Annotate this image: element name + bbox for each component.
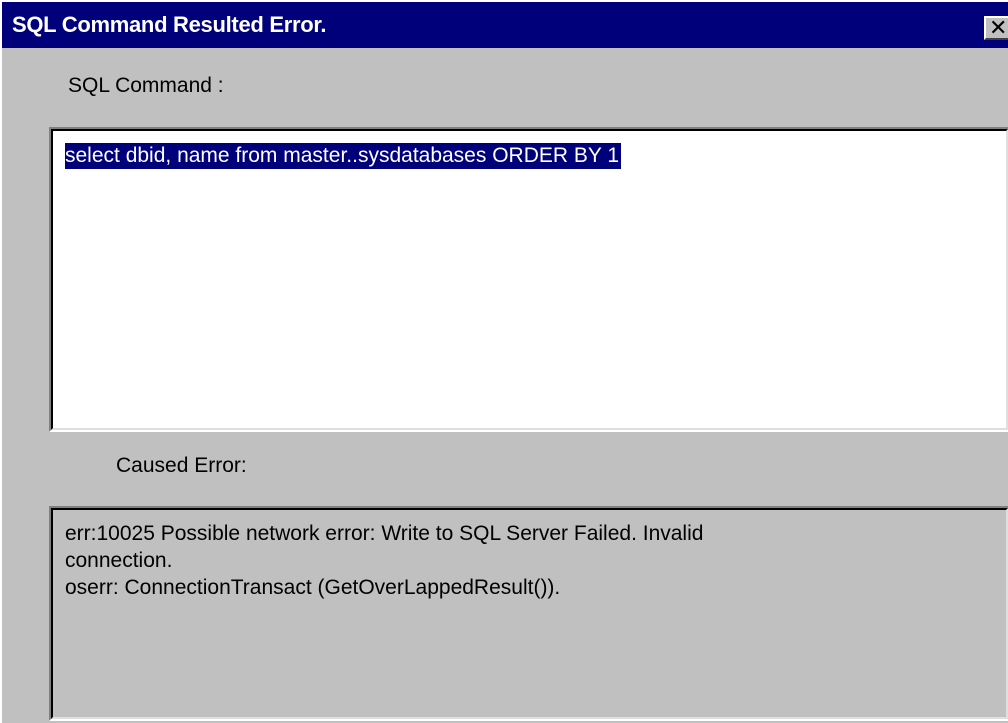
sql-command-text[interactable]: select dbid, name from master..sysdataba… <box>65 143 622 169</box>
dialog-title: SQL Command Resulted Error. <box>12 12 327 37</box>
error-message-text: err:10025 Possible network error: Write … <box>65 520 703 601</box>
error-line: connection. <box>65 549 173 572</box>
error-line: oserr: ConnectionTransact (GetOverLapped… <box>65 576 561 599</box>
sql-command-textbox[interactable]: select dbid, name from master..sysdataba… <box>49 127 1008 432</box>
title-bar[interactable]: SQL Command Resulted Error. ✕ <box>2 2 1008 48</box>
close-icon: ✕ <box>989 15 1008 40</box>
error-message-textbox[interactable]: err:10025 Possible network error: Write … <box>49 506 1008 721</box>
caused-error-label: Caused Error: <box>116 454 247 477</box>
close-button[interactable]: ✕ <box>984 16 1008 40</box>
sql-command-label: SQL Command : <box>68 74 224 97</box>
error-line: err:10025 Possible network error: Write … <box>65 522 704 545</box>
error-dialog: SQL Command Resulted Error. ✕ SQL Comman… <box>0 0 1008 723</box>
